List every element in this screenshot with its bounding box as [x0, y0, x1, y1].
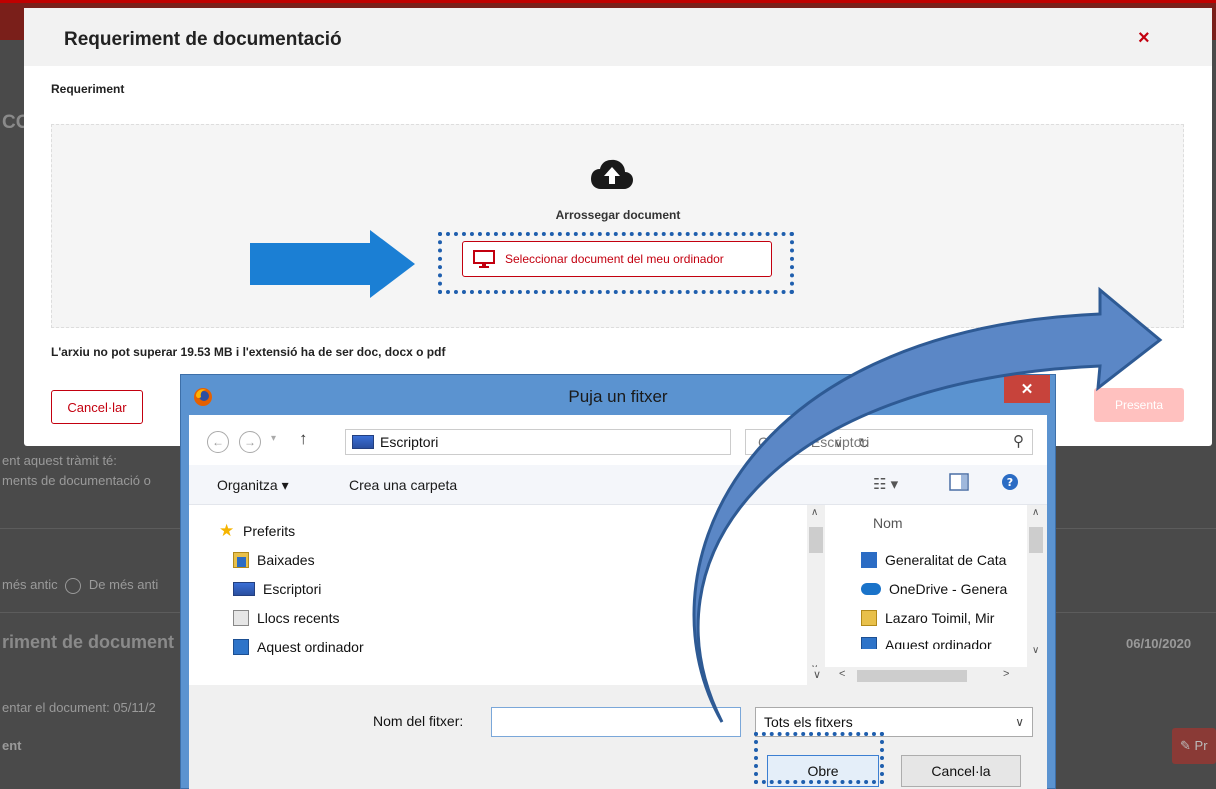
- scrollbar-thumb[interactable]: [809, 527, 823, 553]
- file-item[interactable]: Lazaro Toimil, Mir: [861, 610, 1031, 626]
- file-item[interactable]: Aquest ordinador: [861, 637, 1031, 649]
- filename-label: Nom del fitxer:: [373, 713, 464, 729]
- search-placeholder: Cerca a Escriptori: [758, 434, 870, 450]
- building-icon: [861, 552, 877, 568]
- dialog-body: ← → ▾ ↑ Escriptori ∨ ↻ Cerca a Escriptor…: [189, 415, 1047, 789]
- sort-radio[interactable]: [65, 577, 82, 594]
- chevron-up-icon[interactable]: ∧: [1032, 507, 1039, 518]
- filename-input[interactable]: [491, 707, 741, 737]
- back-icon[interactable]: ←: [207, 431, 229, 453]
- chevron-right-icon[interactable]: >: [1003, 668, 1009, 680]
- sort-options: més antic De més anti: [2, 577, 158, 594]
- downloads-folder-icon: [233, 552, 249, 568]
- computer-icon: [861, 637, 877, 649]
- cloud-upload-icon: [591, 159, 633, 189]
- sort-option-label: De més anti: [88, 577, 159, 592]
- file-limit-text: L'arxiu no pot superar 19.53 MB i l'exte…: [51, 345, 446, 359]
- chevron-down-icon[interactable]: ∨: [813, 668, 821, 681]
- chevron-down-icon: ∨: [1015, 715, 1024, 729]
- modal-header: Requeriment de documentació ×: [24, 8, 1212, 66]
- organize-menu[interactable]: Organitza ▾: [217, 477, 289, 494]
- scrollbar-thumb[interactable]: [1029, 527, 1043, 553]
- tree-item-desktop[interactable]: Escriptori: [233, 581, 321, 597]
- background-deadline: entar el document: 05/11/2: [2, 700, 156, 715]
- file-item[interactable]: Generalitat de Cata: [861, 552, 1031, 568]
- tree-item-favorites[interactable]: ★ Preferits: [219, 521, 295, 540]
- dialog-toolbar: Organitza ▾ Crea una carpeta ☷ ▾ ?: [189, 465, 1047, 505]
- preview-pane-icon[interactable]: [949, 473, 969, 494]
- highlight-box: [438, 232, 794, 294]
- close-icon[interactable]: ×: [1138, 28, 1150, 48]
- chevron-down-icon[interactable]: ∨: [1032, 645, 1039, 656]
- background-item-date: 06/10/2020: [1126, 636, 1192, 651]
- search-input[interactable]: Cerca a Escriptori ⚲: [745, 429, 1033, 455]
- scrollbar-thumb[interactable]: [857, 670, 967, 682]
- tree-item-this-pc[interactable]: Aquest ordinador: [233, 639, 364, 655]
- dialog-cancel-button[interactable]: Cancel·la: [901, 755, 1021, 787]
- address-text: Escriptori: [380, 434, 439, 450]
- background-text: ent aquest tràmit té:: [2, 453, 117, 468]
- star-icon: ★: [219, 521, 235, 540]
- present-button[interactable]: Presenta: [1094, 388, 1184, 422]
- help-icon[interactable]: ?: [1001, 473, 1019, 494]
- tree-scrollbar[interactable]: ∧ ∨: [807, 505, 825, 685]
- pen-icon: ✎: [1180, 738, 1191, 753]
- up-arrow-icon[interactable]: ↑: [299, 429, 308, 449]
- background-text: ments de documentació o: [2, 473, 151, 488]
- tree-item-downloads[interactable]: Baixades: [233, 552, 315, 568]
- background-doc-label: ent: [2, 738, 22, 753]
- computer-icon: [233, 639, 249, 655]
- sort-option-label: més antic: [2, 577, 58, 592]
- section-label: Requeriment: [51, 82, 125, 96]
- onedrive-icon: [861, 583, 881, 595]
- recent-places-icon: [233, 610, 249, 626]
- dialog-close-button[interactable]: ✕: [1004, 375, 1050, 403]
- background-present-button[interactable]: ✎ Pr: [1172, 728, 1216, 764]
- chevron-up-icon[interactable]: ∧: [811, 507, 818, 518]
- highlight-box: [754, 732, 884, 784]
- address-bar[interactable]: Escriptori ∨ ↻: [345, 429, 870, 455]
- horizontal-scrollbar[interactable]: ∨ < >: [807, 667, 1047, 685]
- recent-locations-icon[interactable]: ▾: [271, 433, 276, 444]
- column-header-name[interactable]: Nom: [873, 515, 903, 531]
- drag-label: Arrossegar document: [555, 208, 681, 222]
- user-folder-icon: [861, 610, 877, 626]
- modal-title: Requeriment de documentació: [64, 29, 342, 50]
- tree-item-recent[interactable]: Llocs recents: [233, 610, 339, 626]
- search-icon: ⚲: [1013, 433, 1024, 450]
- new-folder-button[interactable]: Crea una carpeta: [349, 477, 457, 493]
- view-options-icon[interactable]: ☷ ▾: [873, 475, 898, 493]
- file-panes: ★ Preferits Baixades Escriptori Llocs re…: [189, 505, 1047, 685]
- chevron-left-icon[interactable]: <: [839, 668, 845, 680]
- file-upload-dialog: Puja un fitxer ✕ ← → ▾ ↑ Escriptori ∨ ↻ …: [180, 374, 1056, 789]
- forward-icon[interactable]: →: [239, 431, 261, 453]
- dialog-title: Puja un fitxer: [568, 387, 668, 406]
- drop-zone[interactable]: [51, 124, 1184, 328]
- cancel-button[interactable]: Cancel·lar: [51, 390, 143, 424]
- file-item[interactable]: OneDrive - Genera: [861, 581, 1031, 597]
- navigation-bar: ← → ▾ ↑ Escriptori ∨ ↻ Cerca a Escriptor…: [189, 415, 1047, 465]
- svg-text:?: ?: [1007, 476, 1013, 489]
- desktop-icon: [233, 582, 255, 596]
- background-item-title: riment de document: [2, 632, 175, 652]
- dialog-footer: Nom del fitxer: Tots els fitxers ∨ Obre …: [189, 685, 1047, 789]
- desktop-icon: [352, 435, 374, 449]
- files-scrollbar[interactable]: ∧ ∨: [1027, 505, 1047, 667]
